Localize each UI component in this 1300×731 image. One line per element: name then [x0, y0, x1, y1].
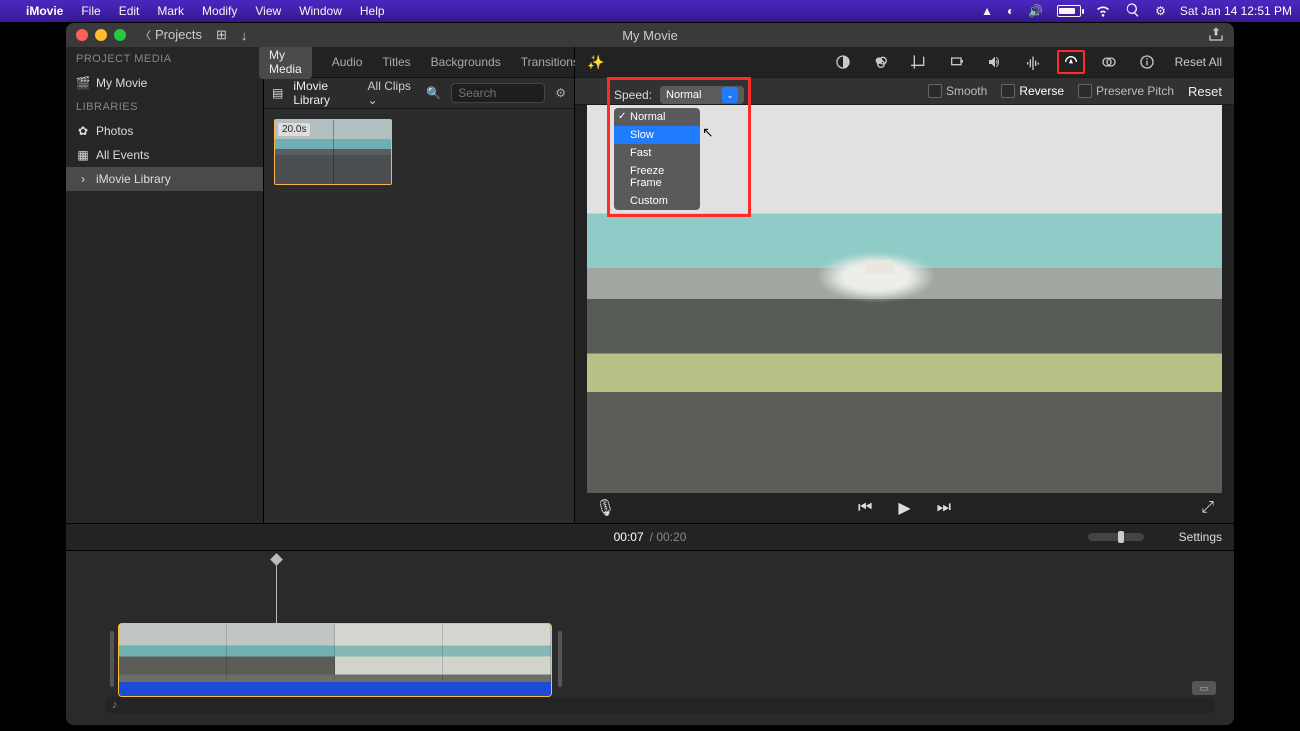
menu-window[interactable]: Window [299, 4, 342, 18]
sidebar-item-label: Photos [96, 124, 133, 138]
titlebar: 〈Projects ⊞ ↓ My Movie [66, 23, 1234, 47]
chevron-down-icon: ⌄ [722, 87, 738, 103]
menubar-clock[interactable]: Sat Jan 14 12:51 PM [1180, 4, 1292, 18]
speed-option-custom[interactable]: Custom [614, 192, 700, 210]
next-button[interactable]: ⏭ [937, 499, 951, 517]
clip-duration-label: 20.0s [278, 123, 310, 136]
tab-transitions[interactable]: Transitions [521, 55, 579, 69]
sidebar-item-label: All Events [96, 148, 149, 162]
clip-thumbnail[interactable]: 20.0s [274, 119, 392, 185]
speed-select-value: Normal [666, 89, 701, 101]
sidebar-item-photos[interactable]: ✿Photos [66, 119, 263, 143]
menu-modify[interactable]: Modify [202, 4, 237, 18]
sidebar-section-libraries: LIBRARIES [66, 95, 263, 119]
total-duration: 00:20 [656, 530, 686, 544]
window-title: My Movie [66, 28, 1234, 43]
menu-mark[interactable]: Mark [157, 4, 184, 18]
sidebar: PROJECT MEDIA 🎬My Movie LIBRARIES ✿Photo… [66, 47, 264, 523]
viewer: ✨ Reset All Smooth Reverse Preserve Pitc… [575, 47, 1234, 523]
media-browser: My Media Audio Titles Backgrounds Transi… [264, 47, 575, 523]
color-balance-icon[interactable] [833, 54, 853, 70]
menu-view[interactable]: View [255, 4, 281, 18]
speed-option-freeze[interactable]: Freeze Frame [614, 162, 700, 192]
audio-track[interactable]: ♪ [106, 697, 1214, 713]
volume-icon[interactable] [985, 54, 1005, 70]
filter-dropdown[interactable]: All Clips ⌄ [368, 79, 417, 107]
clip-edge-left[interactable] [110, 631, 114, 687]
preserve-pitch-checkbox[interactable]: Preserve Pitch [1078, 84, 1174, 98]
sidebar-item-library[interactable]: ›iMovie Library [66, 167, 263, 191]
playback-controls: 🎙 ⏮ ▶ ⏭ ⤢ [575, 493, 1234, 523]
reset-button[interactable]: Reset [1188, 84, 1222, 99]
tab-titles[interactable]: Titles [382, 55, 410, 69]
list-view-icon[interactable]: ▤ [272, 86, 283, 100]
zoom-slider[interactable] [1088, 533, 1144, 541]
gear-icon[interactable]: ⚙ [555, 86, 566, 100]
reset-all-button[interactable]: Reset All [1175, 55, 1222, 69]
sidebar-section-project: PROJECT MEDIA [66, 47, 263, 71]
tab-backgrounds[interactable]: Backgrounds [431, 55, 501, 69]
control-center-icon[interactable]: ⚙ [1155, 4, 1166, 18]
sidebar-item-label: iMovie Library [96, 172, 171, 186]
fullscreen-icon[interactable]: ⤢ [1201, 499, 1214, 517]
voiceover-icon[interactable]: 🎙 [595, 498, 615, 518]
cursor-icon: ↖ [702, 124, 714, 141]
browser-tabs: My Media Audio Titles Backgrounds Transi… [264, 47, 574, 78]
current-time: 00:07 [614, 530, 644, 544]
speed-option-normal[interactable]: Normal [614, 108, 700, 126]
tab-audio[interactable]: Audio [332, 55, 363, 69]
status-icon[interactable]: ▲ [981, 4, 993, 18]
library-title: iMovie Library [293, 79, 357, 107]
menu-app[interactable]: iMovie [26, 4, 63, 18]
smooth-checkbox[interactable]: Smooth [928, 84, 987, 98]
crop-icon[interactable] [909, 54, 929, 70]
search-icon[interactable] [1125, 2, 1141, 21]
imovie-window: 〈Projects ⊞ ↓ My Movie PROJECT MEDIA 🎬My… [66, 23, 1234, 725]
menu-edit[interactable]: Edit [119, 4, 140, 18]
color-correction-icon[interactable] [871, 54, 891, 70]
status-icon[interactable]: ◐ [1007, 4, 1014, 18]
noise-reduction-icon[interactable] [1023, 54, 1043, 70]
search-input[interactable] [451, 83, 545, 103]
speed-icon[interactable] [1061, 54, 1081, 70]
reverse-checkbox[interactable]: Reverse [1001, 84, 1064, 98]
battery-icon[interactable] [1057, 5, 1081, 17]
clip-filter-icon[interactable] [1099, 54, 1119, 70]
speed-select[interactable]: Normal ⌄ [660, 86, 744, 104]
timecode-bar: 00:07 / 00:20 Settings [66, 523, 1234, 551]
menubar: iMovie File Edit Mark Modify View Window… [0, 0, 1300, 22]
speed-option-fast[interactable]: Fast [614, 144, 700, 162]
timeline-clip[interactable] [118, 623, 552, 697]
volume-icon[interactable]: 🔊 [1028, 4, 1043, 18]
tab-my-media[interactable]: My Media [259, 45, 312, 79]
stabilization-icon[interactable] [947, 54, 967, 70]
prev-button[interactable]: ⏮ [858, 499, 872, 517]
sidebar-item-movie[interactable]: 🎬My Movie [66, 71, 263, 95]
timeline[interactable]: ♪ ▭ [66, 551, 1234, 725]
timeline-settings-button[interactable]: Settings [1179, 530, 1222, 544]
speed-option-slow[interactable]: Slow [614, 126, 700, 144]
vr-badge: ▭ [1192, 681, 1216, 695]
sidebar-item-all-events[interactable]: ▦All Events [66, 143, 263, 167]
speed-label: Speed: [614, 88, 652, 102]
clip-edge-right[interactable] [558, 631, 562, 687]
search-icon: 🔍 [426, 86, 441, 100]
menu-help[interactable]: Help [360, 4, 385, 18]
play-button[interactable]: ▶ [898, 498, 910, 518]
enhance-icon[interactable]: ✨ [587, 54, 604, 71]
wifi-icon[interactable] [1095, 2, 1111, 21]
speed-menu: Normal Slow Fast Freeze Frame Custom [614, 108, 700, 210]
menu-file[interactable]: File [81, 4, 100, 18]
sidebar-item-label: My Movie [96, 76, 147, 90]
speed-dropdown-annotation: Speed: Normal ⌄ Normal Slow Fast Freeze … [607, 77, 751, 217]
info-icon[interactable] [1137, 54, 1157, 70]
